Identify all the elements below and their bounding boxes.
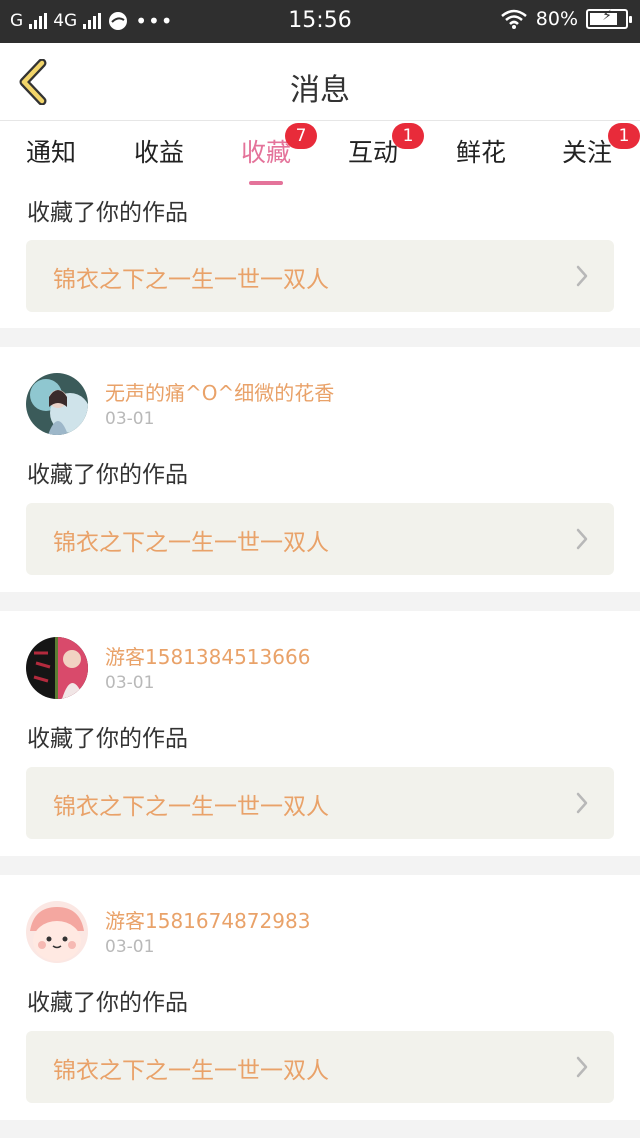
tab-favorites[interactable]: 收藏 7 (241, 123, 317, 185)
notification-list[interactable]: 收藏了你的作品 锦衣之下之一生一世一双人 无声的痛^O^细微的花香 03-01 … (0, 185, 640, 1138)
tab-label: 收藏 (241, 138, 292, 167)
work-title: 锦衣之下之一生一世一双人 (53, 794, 329, 820)
top-nav-bar: 消息 (0, 43, 640, 121)
status-right: 80% ⚡ (500, 8, 632, 30)
notification-card: 无声的痛^O^细微的花香 03-01 收藏了你的作品 锦衣之下之一生一世一双人 (0, 347, 640, 592)
tab-label: 关注 (562, 138, 613, 167)
page-title: 消息 (290, 73, 350, 108)
avatar[interactable] (26, 901, 88, 963)
status-bar: G 4G ••• 15:56 80% ⚡ (0, 0, 640, 43)
wifi-icon (500, 9, 527, 29)
action-text: 收藏了你的作品 (27, 200, 188, 226)
notification-date: 03-01 (105, 673, 155, 693)
work-title: 锦衣之下之一生一世一双人 (53, 1058, 329, 1084)
avatar[interactable] (26, 373, 88, 435)
unread-badge: 1 (392, 123, 424, 149)
user-name[interactable]: 游客1581384513666 (105, 641, 310, 670)
tab-interactions[interactable]: 互动 1 (348, 123, 424, 183)
work-link[interactable]: 锦衣之下之一生一世一双人 (26, 1031, 614, 1103)
battery-percent: 80% (535, 8, 578, 30)
work-title: 锦衣之下之一生一世一双人 (53, 530, 329, 556)
tab-follows[interactable]: 关注 1 (562, 123, 640, 183)
tab-flowers[interactable]: 鲜花 (456, 133, 506, 183)
work-link[interactable]: 锦衣之下之一生一世一双人 (26, 767, 614, 839)
user-name[interactable]: 游客1581674872983 (105, 905, 310, 934)
notification-card: 游客1581674872983 03-01 收藏了你的作品 锦衣之下之一生一世一… (0, 875, 640, 1120)
user-name[interactable]: 无声的痛^O^细微的花香 (105, 377, 334, 406)
avatar[interactable] (26, 637, 88, 699)
chevron-right-icon (576, 265, 588, 287)
work-link[interactable]: 锦衣之下之一生一世一双人 (26, 503, 614, 575)
unread-badge: 7 (285, 123, 317, 149)
notification-card: 游客1581384513666 03-01 收藏了你的作品 锦衣之下之一生一世一… (0, 611, 640, 856)
tab-notifications[interactable]: 通知 (26, 133, 76, 183)
tab-label: 鲜花 (456, 138, 507, 167)
notification-date: 03-01 (105, 409, 155, 429)
tab-label: 互动 (348, 138, 399, 167)
tab-label: 收益 (134, 138, 185, 167)
tab-bar: 通知 收益 收藏 7 互动 1 鲜花 关注 1 (0, 121, 640, 185)
tab-label: 通知 (26, 138, 77, 167)
battery-icon: ⚡ (586, 8, 632, 29)
chevron-right-icon (576, 528, 588, 550)
notification-card: 收藏了你的作品 锦衣之下之一生一世一双人 (0, 185, 640, 328)
action-text: 收藏了你的作品 (27, 462, 188, 488)
work-link[interactable]: 锦衣之下之一生一世一双人 (26, 240, 614, 312)
notification-date: 03-01 (105, 937, 155, 957)
tab-earnings[interactable]: 收益 (134, 133, 184, 183)
unread-badge: 1 (608, 123, 640, 149)
chevron-right-icon (576, 1056, 588, 1078)
work-title: 锦衣之下之一生一世一双人 (53, 267, 329, 293)
action-text: 收藏了你的作品 (27, 990, 188, 1016)
chevron-right-icon (576, 792, 588, 814)
action-text: 收藏了你的作品 (27, 726, 188, 752)
